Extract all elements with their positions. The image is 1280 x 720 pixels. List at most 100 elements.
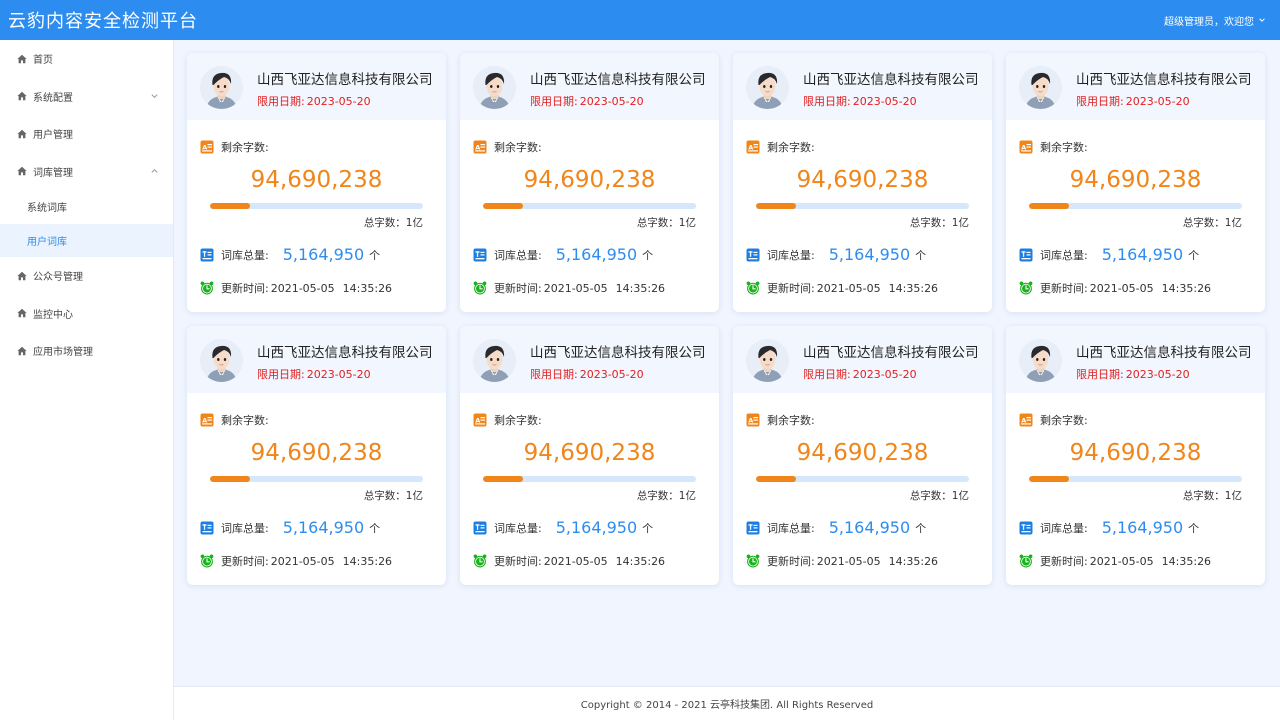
sidebar-item-label: 系统配置 [33, 92, 73, 104]
library-total-unit: 个 [1188, 248, 1200, 262]
sidebar-item-system-library[interactable]: 系统词库 [0, 190, 173, 224]
sidebar-item-official-account[interactable]: 公众号管理 [0, 257, 173, 295]
remaining-words-label: 剩余字数: [1040, 141, 1088, 154]
library-total-label: 词库总量: [1040, 521, 1088, 535]
sidebar-item-system-config[interactable]: 系统配置 [0, 78, 173, 116]
library-total-row: 词库总量: 5,164,950 个 [746, 245, 926, 264]
card-header: 山西飞亚达信息科技有限公司 限用日期: 2023-05-20 [733, 326, 992, 393]
update-date-value: 2021-05-05 [816, 281, 881, 295]
update-time-label: 更新时间: [494, 555, 542, 568]
account-card[interactable]: 山西飞亚达信息科技有限公司 限用日期: 2023-05-20 A 剩余字数: 94,690… [733, 53, 992, 312]
limit-date-row: 限用日期: 2023-05-20 [530, 366, 646, 382]
update-date-value: 2021-05-05 [816, 554, 881, 568]
remaining-words-value: 94,690,238 [250, 440, 383, 466]
library-total-row: 词库总量: 5,164,950 个 [1019, 245, 1199, 264]
sidebar-item-label: 公众号管理 [33, 272, 83, 284]
remaining-words-row: A 剩余字数: [200, 412, 269, 428]
library-total-value: 5,164,950 [282, 518, 365, 537]
usage-progress-fill [483, 203, 524, 209]
company-name: 山西飞亚达信息科技有限公司 [530, 72, 706, 88]
sidebar-item-label: 应用市场管理 [33, 347, 93, 359]
usage-progress-bar [756, 203, 969, 209]
account-card[interactable]: 山西飞亚达信息科技有限公司 限用日期: 2023-05-20 A 剩余字数: 94,690… [1006, 53, 1265, 312]
update-time-row: 更新时间: 2021-05-05 14:35:26 [1019, 553, 1211, 569]
limit-date-label: 限用日期: [530, 368, 578, 381]
limit-date-row: 限用日期: 2023-05-20 [1076, 366, 1192, 382]
update-date-value: 2021-05-05 [270, 554, 335, 568]
user-greeting: 超级管理员，欢迎您 [1164, 16, 1254, 28]
company-name: 山西飞亚达信息科技有限公司 [1076, 345, 1252, 361]
remaining-words-row: A 剩余字数: [200, 139, 269, 155]
limit-date-row: 限用日期: 2023-05-20 [803, 93, 919, 109]
library-total-unit: 个 [642, 248, 654, 262]
library-total-label: 词库总量: [221, 521, 269, 535]
library-total-value: 5,164,950 [555, 245, 638, 264]
home-icon [17, 91, 27, 101]
sidebar-item-user-library[interactable]: 用户词库 [0, 223, 173, 257]
copyright-text: Copyright © 2014 - 2021 云亭科技集团. All Righ… [580, 700, 874, 711]
account-card[interactable]: 山西飞亚达信息科技有限公司 限用日期: 2023-05-20 A 剩余字数: 94,690… [733, 326, 992, 585]
update-time-label: 更新时间: [767, 555, 815, 568]
card-header: 山西飞亚达信息科技有限公司 限用日期: 2023-05-20 [460, 53, 719, 120]
update-time-value: 14:35:26 [888, 281, 939, 295]
library-total-row: 词库总量: 5,164,950 个 [746, 518, 926, 537]
home-icon [17, 54, 27, 64]
limit-date-label: 限用日期: [1076, 368, 1124, 381]
usage-progress-fill [483, 476, 524, 482]
account-card[interactable]: 山西飞亚达信息科技有限公司 限用日期: 2023-05-20 A 剩余字数: 94,690… [460, 326, 719, 585]
remaining-words-label: 剩余字数: [221, 414, 269, 427]
text-count-icon: A [200, 413, 214, 427]
card-header: 山西飞亚达信息科技有限公司 限用日期: 2023-05-20 [187, 326, 446, 393]
library-total-value: 5,164,950 [1101, 245, 1184, 264]
svg-text:A: A [202, 416, 207, 424]
library-total-label: 词库总量: [767, 248, 815, 262]
limit-date-value: 2023-05-20 [1125, 95, 1190, 108]
update-time-value: 14:35:26 [342, 554, 393, 568]
alarm-clock-icon [746, 281, 760, 295]
library-total-row: 词库总量: 5,164,950 个 [200, 518, 380, 537]
card-header: 山西飞亚达信息科技有限公司 限用日期: 2023-05-20 [1006, 53, 1265, 120]
word-library-icon [1019, 521, 1033, 535]
word-library-icon [746, 248, 760, 262]
chevron-down-icon [1259, 18, 1265, 22]
footer: Copyright © 2014 - 2021 云亭科技集团. All Righ… [174, 686, 1280, 720]
remaining-words-row: A 剩余字数: [473, 412, 542, 428]
text-count-icon: A [473, 140, 487, 154]
update-time-value: 14:35:26 [342, 281, 393, 295]
user-menu[interactable]: 超级管理员，欢迎您 [1164, 13, 1280, 28]
update-time-value: 14:35:26 [1161, 554, 1212, 568]
main-content: 山西飞亚达信息科技有限公司 限用日期: 2023-05-20 A 剩余字数: 94,690… [174, 40, 1280, 686]
svg-text:A: A [475, 416, 480, 424]
update-time-value: 14:35:26 [615, 281, 666, 295]
limit-date-value: 2023-05-20 [852, 368, 917, 381]
sidebar-item-monitor-center[interactable]: 监控中心 [0, 295, 173, 333]
card-header: 山西飞亚达信息科技有限公司 限用日期: 2023-05-20 [460, 326, 719, 393]
limit-date-row: 限用日期: 2023-05-20 [257, 93, 373, 109]
chevron-down-icon [150, 92, 159, 101]
limit-date-label: 限用日期: [530, 95, 578, 108]
remaining-words-value: 94,690,238 [523, 167, 656, 193]
sidebar-item-user-management[interactable]: 用户管理 [0, 115, 173, 153]
sidebar-item-label: 监控中心 [33, 309, 73, 321]
update-date-value: 2021-05-05 [1089, 281, 1154, 295]
account-card[interactable]: 山西飞亚达信息科技有限公司 限用日期: 2023-05-20 A 剩余字数: 94,690… [187, 326, 446, 585]
library-total-label: 词库总量: [494, 521, 542, 535]
account-card[interactable]: 山西飞亚达信息科技有限公司 限用日期: 2023-05-20 A 剩余字数: 94,690… [460, 53, 719, 312]
update-time-row: 更新时间: 2021-05-05 14:35:26 [200, 280, 392, 296]
update-time-row: 更新时间: 2021-05-05 14:35:26 [746, 553, 938, 569]
total-words: 总字数：1亿 [909, 490, 969, 502]
sidebar-item-home[interactable]: 首页 [0, 40, 173, 78]
update-time-label: 更新时间: [221, 555, 269, 568]
sidebar: 首页 系统配置 用户管理 词库管理 系统词库 用户词库 公众号管理 监控中心 应… [0, 40, 174, 720]
word-library-icon [200, 248, 214, 262]
sidebar-item-app-market[interactable]: 应用市场管理 [0, 332, 173, 370]
remaining-words-label: 剩余字数: [221, 141, 269, 154]
company-name: 山西飞亚达信息科技有限公司 [1076, 72, 1252, 88]
account-card[interactable]: 山西飞亚达信息科技有限公司 限用日期: 2023-05-20 A 剩余字数: 94,690… [187, 53, 446, 312]
update-time-row: 更新时间: 2021-05-05 14:35:26 [746, 280, 938, 296]
remaining-words-row: A 剩余字数: [1019, 412, 1088, 428]
avatar [473, 66, 516, 109]
account-card[interactable]: 山西飞亚达信息科技有限公司 限用日期: 2023-05-20 A 剩余字数: 94,690… [1006, 326, 1265, 585]
sidebar-item-word-library[interactable]: 词库管理 [0, 153, 173, 191]
avatar [1019, 339, 1062, 382]
